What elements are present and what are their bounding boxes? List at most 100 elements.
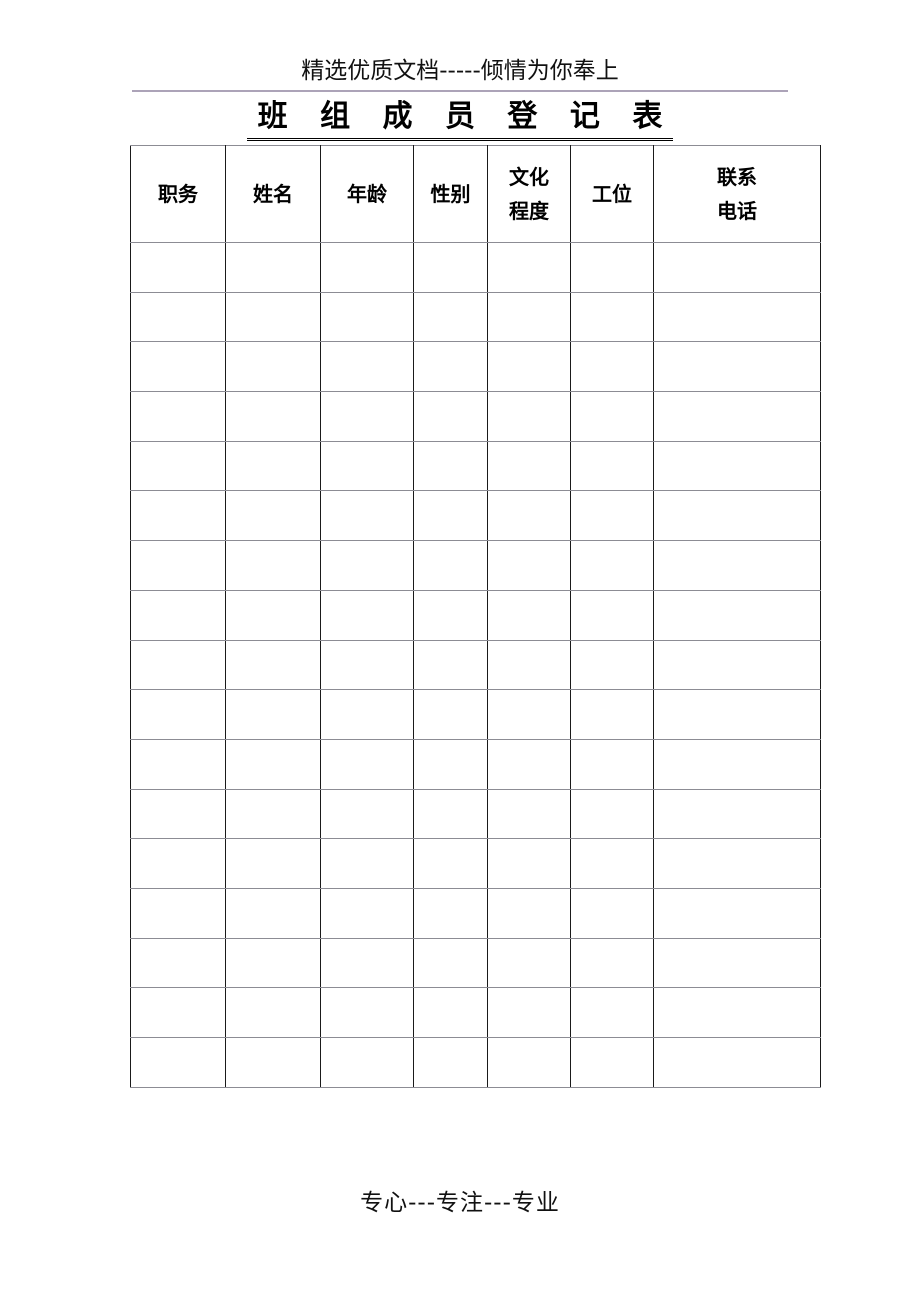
table-cell-station[interactable]	[570, 391, 654, 442]
table-cell-sex[interactable]	[413, 589, 488, 641]
table-cell-edu[interactable]	[487, 1037, 571, 1088]
table-cell-post[interactable]	[130, 738, 226, 790]
table-cell-station[interactable]	[570, 639, 654, 691]
table-cell-station[interactable]	[570, 440, 654, 492]
table-cell-station[interactable]	[570, 838, 654, 889]
table-cell-edu[interactable]	[487, 937, 571, 989]
table-cell-tel[interactable]	[653, 1037, 821, 1088]
table-cell-name[interactable]	[225, 1037, 321, 1088]
table-cell-post[interactable]	[130, 242, 226, 293]
table-cell-name[interactable]	[225, 987, 321, 1038]
table-cell-tel[interactable]	[653, 242, 821, 293]
table-cell-station[interactable]	[570, 738, 654, 790]
table-cell-tel[interactable]	[653, 540, 821, 591]
table-cell-sex[interactable]	[413, 440, 488, 492]
table-cell-edu[interactable]	[487, 738, 571, 790]
table-cell-station[interactable]	[570, 689, 654, 740]
table-cell-age[interactable]	[320, 589, 414, 641]
table-cell-station[interactable]	[570, 540, 654, 591]
table-cell-station[interactable]	[570, 589, 654, 641]
table-cell-tel[interactable]	[653, 341, 821, 393]
table-cell-edu[interactable]	[487, 838, 571, 889]
table-cell-age[interactable]	[320, 937, 414, 989]
table-cell-station[interactable]	[570, 788, 654, 840]
table-cell-tel[interactable]	[653, 788, 821, 840]
table-cell-tel[interactable]	[653, 937, 821, 989]
table-cell-age[interactable]	[320, 1037, 414, 1088]
table-cell-edu[interactable]	[487, 490, 571, 542]
table-cell-sex[interactable]	[413, 838, 488, 889]
table-cell-post[interactable]	[130, 440, 226, 492]
table-cell-station[interactable]	[570, 937, 654, 989]
table-cell-sex[interactable]	[413, 540, 488, 591]
table-cell-name[interactable]	[225, 589, 321, 641]
table-cell-edu[interactable]	[487, 689, 571, 740]
table-cell-name[interactable]	[225, 788, 321, 840]
table-cell-name[interactable]	[225, 639, 321, 691]
table-cell-age[interactable]	[320, 838, 414, 889]
table-cell-post[interactable]	[130, 1037, 226, 1088]
table-cell-sex[interactable]	[413, 490, 488, 542]
table-cell-name[interactable]	[225, 242, 321, 293]
table-cell-name[interactable]	[225, 689, 321, 740]
table-cell-age[interactable]	[320, 987, 414, 1038]
table-cell-tel[interactable]	[653, 391, 821, 442]
table-cell-edu[interactable]	[487, 788, 571, 840]
table-cell-post[interactable]	[130, 540, 226, 591]
table-cell-age[interactable]	[320, 887, 414, 939]
table-cell-age[interactable]	[320, 242, 414, 293]
table-cell-edu[interactable]	[487, 887, 571, 939]
table-cell-age[interactable]	[320, 341, 414, 393]
table-cell-name[interactable]	[225, 838, 321, 889]
table-cell-age[interactable]	[320, 788, 414, 840]
table-cell-age[interactable]	[320, 391, 414, 442]
table-cell-age[interactable]	[320, 490, 414, 542]
table-cell-edu[interactable]	[487, 391, 571, 442]
table-cell-name[interactable]	[225, 887, 321, 939]
table-cell-post[interactable]	[130, 639, 226, 691]
table-cell-age[interactable]	[320, 639, 414, 691]
table-cell-station[interactable]	[570, 291, 654, 343]
table-cell-edu[interactable]	[487, 589, 571, 641]
table-cell-name[interactable]	[225, 341, 321, 393]
table-cell-name[interactable]	[225, 391, 321, 442]
table-cell-edu[interactable]	[487, 242, 571, 293]
table-cell-edu[interactable]	[487, 987, 571, 1038]
table-cell-station[interactable]	[570, 341, 654, 393]
table-cell-station[interactable]	[570, 987, 654, 1038]
table-cell-post[interactable]	[130, 291, 226, 343]
table-cell-name[interactable]	[225, 540, 321, 591]
table-cell-name[interactable]	[225, 937, 321, 989]
table-cell-tel[interactable]	[653, 639, 821, 691]
table-cell-edu[interactable]	[487, 639, 571, 691]
table-cell-sex[interactable]	[413, 738, 488, 790]
table-cell-tel[interactable]	[653, 490, 821, 542]
table-cell-post[interactable]	[130, 391, 226, 442]
table-cell-age[interactable]	[320, 689, 414, 740]
table-cell-edu[interactable]	[487, 440, 571, 492]
table-cell-name[interactable]	[225, 738, 321, 790]
table-cell-post[interactable]	[130, 689, 226, 740]
table-cell-age[interactable]	[320, 291, 414, 343]
table-cell-tel[interactable]	[653, 440, 821, 492]
table-cell-tel[interactable]	[653, 887, 821, 939]
table-cell-sex[interactable]	[413, 242, 488, 293]
table-cell-sex[interactable]	[413, 391, 488, 442]
table-cell-post[interactable]	[130, 589, 226, 641]
table-cell-post[interactable]	[130, 838, 226, 889]
table-cell-sex[interactable]	[413, 987, 488, 1038]
table-cell-sex[interactable]	[413, 937, 488, 989]
table-cell-age[interactable]	[320, 540, 414, 591]
table-cell-tel[interactable]	[653, 987, 821, 1038]
table-cell-tel[interactable]	[653, 738, 821, 790]
table-cell-edu[interactable]	[487, 341, 571, 393]
table-cell-sex[interactable]	[413, 689, 488, 740]
table-cell-tel[interactable]	[653, 838, 821, 889]
table-cell-station[interactable]	[570, 887, 654, 939]
table-cell-sex[interactable]	[413, 788, 488, 840]
table-cell-name[interactable]	[225, 291, 321, 343]
table-cell-edu[interactable]	[487, 291, 571, 343]
table-cell-post[interactable]	[130, 788, 226, 840]
table-cell-name[interactable]	[225, 490, 321, 542]
table-cell-age[interactable]	[320, 440, 414, 492]
